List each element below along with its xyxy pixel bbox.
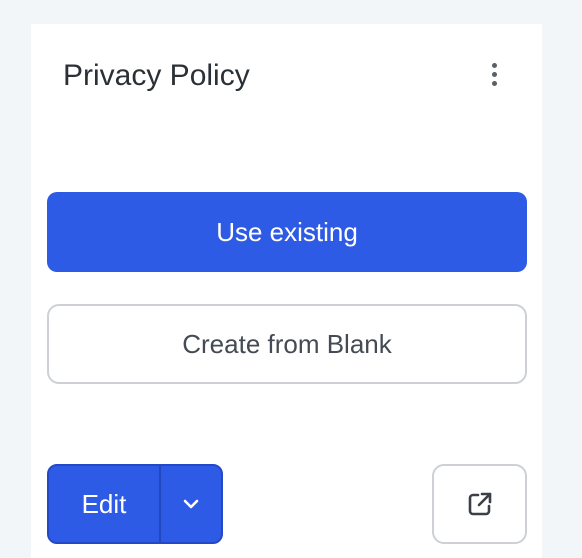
edit-dropdown-button[interactable] <box>161 466 221 542</box>
edit-split-button: Edit <box>47 464 223 544</box>
more-vertical-icon <box>491 62 497 68</box>
open-external-button[interactable] <box>432 464 527 544</box>
more-options-button[interactable] <box>481 59 507 89</box>
card-title: Privacy Policy <box>63 59 250 92</box>
external-link-icon <box>465 489 495 519</box>
policy-card: Privacy Policy Use existing Create from … <box>31 24 542 558</box>
edit-button[interactable]: Edit <box>49 466 159 542</box>
create-from-blank-button[interactable]: Create from Blank <box>47 304 527 384</box>
use-existing-button[interactable]: Use existing <box>47 192 527 272</box>
chevron-down-icon <box>181 494 201 514</box>
